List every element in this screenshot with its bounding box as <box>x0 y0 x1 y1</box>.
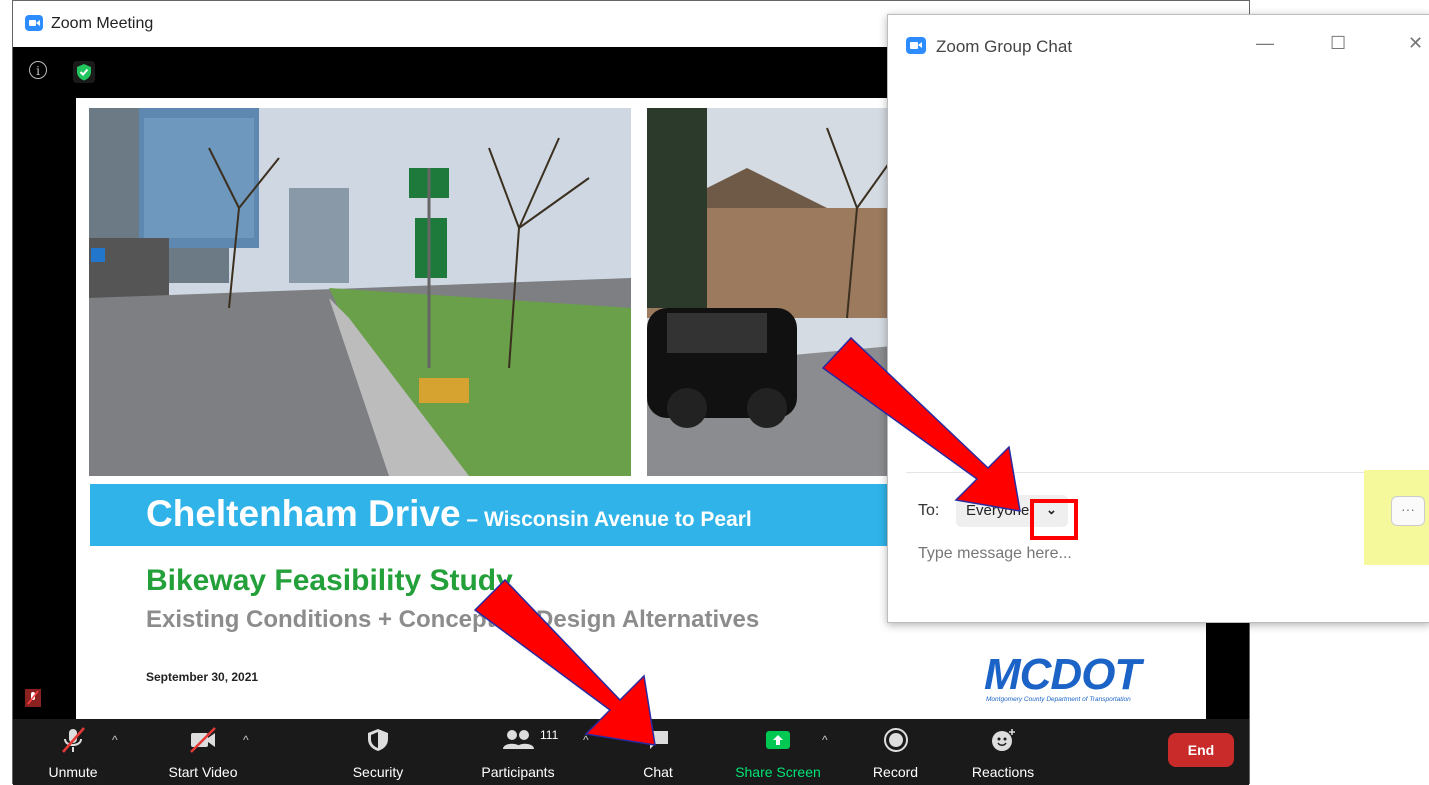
slide-subheading: Existing Conditions + Conceptual Design … <box>146 606 760 633</box>
meeting-info-icon[interactable]: i <box>29 61 47 79</box>
record-label: Record <box>872 764 919 780</box>
chat-message-input[interactable] <box>918 542 1338 566</box>
slide-title-main: Cheltenham Drive <box>146 493 461 534</box>
microphone-muted-icon <box>62 727 85 753</box>
chat-divider <box>906 472 1429 473</box>
video-off-icon <box>190 727 216 753</box>
security-shield-icon <box>368 729 388 751</box>
zoom-logo-icon <box>25 15 43 31</box>
record-button[interactable]: Record <box>858 719 933 785</box>
slide-date: September 30, 2021 <box>146 670 259 684</box>
meeting-window-title: Zoom Meeting <box>51 15 154 32</box>
unmute-label: Unmute <box>48 764 98 780</box>
participants-icon <box>503 730 534 749</box>
slide-title: Cheltenham Drive – Wisconsin Avenue to P… <box>146 493 752 535</box>
participant-count-badge: 111 <box>540 728 559 742</box>
slide-title-sub: – Wisconsin Avenue to Pearl <box>460 508 752 531</box>
chat-bubble-icon <box>648 731 668 749</box>
minimize-button[interactable]: — <box>1256 33 1274 54</box>
reactions-smiley-icon <box>992 729 1015 751</box>
group-chat-window: Zoom Group Chat — ☐ ✕ To: Everyone ⌄ <box>887 14 1429 623</box>
reactions-label: Reactions <box>971 764 1035 780</box>
security-label: Security <box>352 764 404 780</box>
record-icon <box>883 728 908 752</box>
street-photo-1 <box>89 108 631 476</box>
recipient-value: Everyone <box>966 502 1030 519</box>
security-button[interactable]: Security <box>338 719 418 785</box>
meeting-toolbar: Unmute ^ Start Video ^ Security Particip… <box>13 719 1249 785</box>
mcdot-logo-caption: Montgomery County Department of Transpor… <box>986 696 1131 703</box>
slide-heading: Bikeway Feasibility Study <box>146 564 513 597</box>
chat-label: Chat <box>643 764 673 780</box>
mcdot-logo-text: MCDOT <box>984 650 1141 699</box>
share-screen-icon <box>766 731 790 749</box>
unmute-button[interactable]: Unmute <box>33 719 113 785</box>
participants-label: Participants <box>481 764 555 780</box>
reactions-button[interactable]: Reactions <box>963 719 1043 785</box>
share-screen-button[interactable]: Share Screen <box>723 719 833 785</box>
chat-button[interactable]: Chat <box>623 719 693 785</box>
recipient-label: To: <box>918 502 940 519</box>
maximize-button[interactable]: ☐ <box>1330 33 1346 54</box>
red-box-annotation <box>1030 499 1078 540</box>
start-video-button[interactable]: Start Video <box>148 719 258 785</box>
chat-window-title: Zoom Group Chat <box>936 37 1073 56</box>
muted-mic-indicator-icon <box>25 689 41 707</box>
mcdot-logo: MCDOT Montgomery County Department of Tr… <box>984 650 1141 703</box>
zoom-chat-logo-icon <box>906 37 926 54</box>
close-button[interactable]: ✕ <box>1408 33 1423 54</box>
end-meeting-button[interactable]: End <box>1168 733 1234 767</box>
start-video-label: Start Video <box>168 764 238 780</box>
encryption-shield-icon[interactable] <box>73 61 95 83</box>
share-options-caret[interactable]: ^ <box>822 733 828 747</box>
participants-options-caret[interactable]: ^ <box>583 733 589 747</box>
video-options-caret[interactable]: ^ <box>243 733 249 747</box>
more-options-button[interactable]: ··· <box>1391 496 1425 526</box>
share-screen-label: Share Screen <box>735 764 821 780</box>
audio-options-caret[interactable]: ^ <box>112 733 118 747</box>
